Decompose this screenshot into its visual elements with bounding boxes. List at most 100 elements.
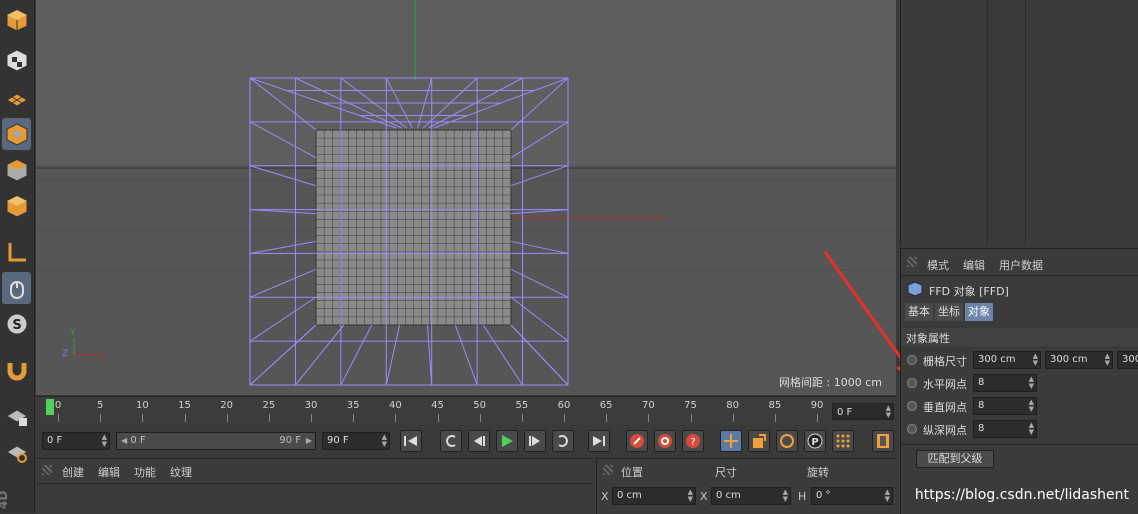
wire-cube-icon[interactable] [2, 154, 31, 186]
timeline-tick-label: 25 [262, 400, 276, 411]
timeline-tick-label: 80 [726, 400, 740, 411]
timeline-tick-label: 15 [178, 400, 191, 411]
animate-radio[interactable] [907, 355, 917, 365]
timeline-tick-label: 30 [304, 400, 318, 411]
grid-size-y-field[interactable]: 300 cm ▲ ▼ [1045, 351, 1113, 369]
menu-user-data[interactable]: 用户数据 [999, 257, 1043, 273]
next-frame-icon[interactable] [524, 430, 546, 452]
current-frame-field[interactable]: 0 F ▲ ▼ [832, 403, 894, 420]
auto-key-icon[interactable] [654, 430, 676, 452]
viewport[interactable]: Y Z X 网格间距 : 1000 cm [36, 0, 896, 395]
divider [36, 483, 592, 484]
timeline-tick-label: 75 [684, 400, 697, 411]
scale-icon[interactable] [748, 430, 770, 452]
horizontal-points-field[interactable]: 8 ▲ ▼ [973, 374, 1037, 392]
divider [901, 275, 1138, 276]
depth-points-field[interactable]: 8 ▲ ▼ [973, 420, 1037, 438]
magnet-icon[interactable] [2, 354, 31, 386]
menu-edit[interactable]: 编辑 [963, 257, 985, 273]
menu-mode[interactable]: 模式 [927, 257, 949, 273]
animate-radio[interactable] [907, 378, 917, 388]
move-icon[interactable] [720, 430, 742, 452]
svg-text:S: S [12, 318, 21, 333]
plane-grid-icon[interactable] [2, 82, 31, 114]
timeline-tick-label: 70 [641, 400, 655, 411]
tab-object[interactable]: 对象 [965, 303, 993, 321]
play-icon[interactable] [496, 430, 518, 452]
record-key-icon[interactable] [626, 430, 648, 452]
svg-text:P: P [811, 437, 818, 448]
solid-cube-icon[interactable] [2, 190, 31, 222]
animate-radio[interactable] [907, 424, 917, 434]
section-header: 对象属性 [901, 328, 1138, 346]
menu-texture[interactable]: 纹理 [170, 464, 192, 480]
size-x-field[interactable]: 0 cm ▲ ▼ [711, 487, 791, 505]
position-x-field[interactable]: 0 cm ▲ ▼ [612, 487, 696, 505]
divider [901, 444, 1138, 445]
next-key-icon[interactable] [552, 430, 574, 452]
timeline-tick-label: 55 [515, 400, 529, 411]
grip-icon[interactable] [907, 257, 917, 267]
transport-bar: 0 F ▲ ▼ ◀ 0 F 90 F ▶ 90 F ▲ ▼ ? P [36, 426, 896, 456]
mouse-icon[interactable] [2, 272, 31, 304]
grip-icon[interactable] [603, 465, 613, 475]
goto-start-icon[interactable] [400, 430, 422, 452]
svg-text:Z: Z [62, 349, 68, 359]
horizontal-points-row: 水平网点 8 ▲ ▼ [905, 374, 1045, 394]
end-frame-field[interactable]: 90 F ▲ ▼ [322, 432, 390, 450]
timeline-tick-label: 65 [599, 400, 613, 411]
grid-size-z-field[interactable]: 300 [1117, 351, 1138, 369]
axis-tool-icon[interactable] [2, 236, 31, 268]
left-toolbar: S 4D [0, 0, 35, 513]
menu-create[interactable]: 创建 [62, 464, 84, 480]
rotation-h-field[interactable]: 0 ° ▲ ▼ [811, 487, 893, 505]
param-label: 纵深网点 [923, 424, 967, 437]
tab-coord[interactable]: 坐标 [935, 303, 963, 321]
menu-function[interactable]: 功能 [134, 464, 156, 480]
watermark: https://blog.csdn.net/lidashent [914, 487, 1129, 503]
prev-key-icon[interactable] [440, 430, 462, 452]
timeline-tick-label: 45 [431, 400, 444, 411]
match-parent-button[interactable]: 匹配到父级 [916, 450, 994, 468]
vertical-points-field[interactable]: 8 ▲ ▼ [973, 397, 1037, 415]
ffd-object-icon [907, 281, 923, 300]
header-size: 尺寸 [715, 466, 737, 479]
film-strip-icon[interactable] [872, 430, 894, 452]
object-manager[interactable] [900, 0, 1138, 245]
tab-basic[interactable]: 基本 [905, 303, 933, 321]
header-position: 位置 [621, 466, 643, 479]
viewport-scene: Y Z X [36, 0, 896, 395]
grid-size-x-field[interactable]: 300 cm ▲ ▼ [973, 351, 1041, 369]
rotate-icon[interactable] [776, 430, 798, 452]
timeline-tick-label: 20 [220, 400, 234, 411]
coordinates-manager: 位置 尺寸 旋转 X 0 cm ▲ ▼ X 0 cm ▲ ▼ H 0 ° ▲ ▼ [596, 458, 897, 514]
timeline-tick-label: 10 [135, 400, 149, 411]
grip-icon[interactable] [42, 465, 52, 475]
help-icon[interactable]: ? [682, 430, 704, 452]
menu-edit[interactable]: 编辑 [98, 464, 120, 480]
vertical-points-row: 垂直网点 8 ▲ ▼ [905, 397, 1045, 417]
frame-range-slider[interactable]: ◀ 0 F 90 F ▶ [116, 432, 316, 450]
grid-refresh-icon[interactable] [2, 436, 31, 468]
start-frame-field[interactable]: 0 F ▲ ▼ [42, 432, 110, 450]
timeline-tick-label: 50 [473, 400, 487, 411]
checker-cube-icon[interactable] [2, 44, 31, 76]
app-label: 4D [0, 490, 10, 509]
cube-icon[interactable] [2, 4, 31, 36]
param-label: 水平网点 [923, 378, 967, 391]
header-rotation: 旋转 [807, 466, 829, 479]
timeline-tick-label: 35 [346, 400, 360, 411]
snap-s-icon[interactable]: S [2, 308, 31, 340]
grid-lock-icon[interactable] [2, 400, 31, 432]
timeline-tick-label: 85 [768, 400, 782, 411]
depth-points-row: 纵深网点 8 ▲ ▼ [905, 420, 1045, 440]
playhead-marker[interactable] [46, 399, 54, 415]
ffd-deformer-icon[interactable] [2, 118, 31, 150]
timeline-ruler[interactable]: 0 5 10 15 20 25 30 35 40 45 50 55 60 65 70 75 80 85 90 0 F… [36, 396, 896, 425]
svg-text:?: ? [690, 437, 695, 448]
goto-end-icon[interactable] [588, 430, 610, 452]
prev-frame-icon[interactable] [468, 430, 490, 452]
dots-grid-icon[interactable] [832, 430, 854, 452]
param-p-icon[interactable]: P [804, 430, 826, 452]
animate-radio[interactable] [907, 401, 917, 411]
